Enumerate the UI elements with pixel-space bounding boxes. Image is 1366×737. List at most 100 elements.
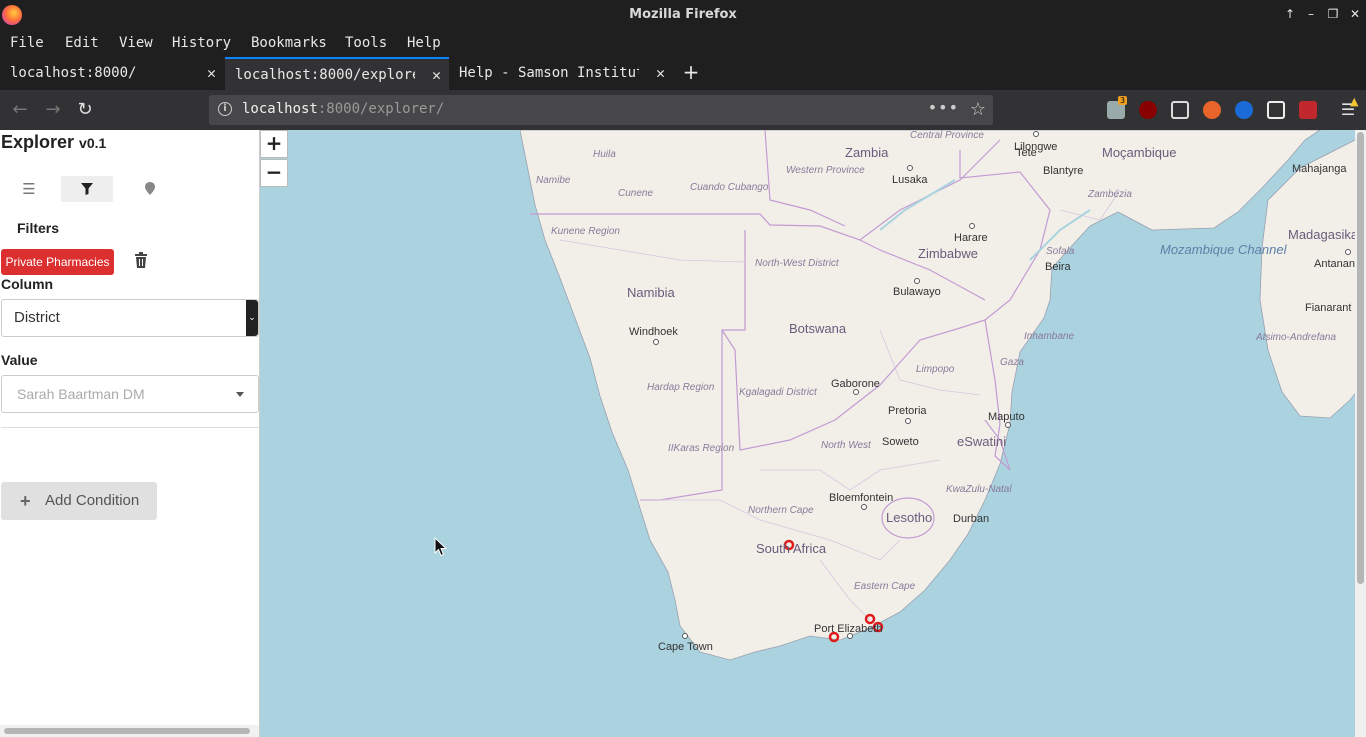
map-label-region: North West xyxy=(821,440,872,451)
fox-extension-icon[interactable] xyxy=(1203,101,1221,119)
tab-layers-list-icon[interactable]: ☰ xyxy=(3,176,55,202)
tab-explorer[interactable]: localhost:8000/explorer/ ✕ xyxy=(225,57,449,90)
menu-help[interactable]: Help xyxy=(407,35,441,51)
map-label-region: IIKaras Region xyxy=(668,443,735,454)
map-label-city: Cape Town xyxy=(658,641,713,653)
address-bar[interactable]: i localhost:8000/explorer/ ••• ☆ xyxy=(209,95,993,125)
page-vertical-scrollbar[interactable] xyxy=(1355,130,1366,737)
map-label-region: Northern Cape xyxy=(748,505,814,516)
menu-file[interactable]: File xyxy=(10,35,44,51)
tab-filter-icon[interactable] xyxy=(61,176,113,202)
s-extension-icon[interactable] xyxy=(1235,101,1253,119)
tab-label: Help - Samson Institute xyxy=(459,65,639,81)
menu-edit[interactable]: Edit xyxy=(65,35,99,51)
map-label-region: Kgalagadi District xyxy=(739,387,818,398)
tab-label: localhost:8000/ xyxy=(10,65,137,81)
menu-tools[interactable]: Tools xyxy=(345,35,387,51)
map-label-region: Atsimo-Andrefana xyxy=(1255,332,1336,343)
bookmark-star-icon[interactable]: ☆ xyxy=(970,99,986,120)
map-label-region: Namibe xyxy=(536,175,571,186)
warning-icon: ▲ xyxy=(1350,95,1359,108)
map-label-country: Botswana xyxy=(789,321,847,336)
page-actions-icon[interactable]: ••• xyxy=(928,98,959,117)
map-label-water: Mozambique Channel xyxy=(1160,242,1288,257)
map-label-region: Hardap Region xyxy=(647,382,715,393)
map-label-region: Zambézia xyxy=(1087,189,1132,200)
tab-localhost[interactable]: localhost:8000/ ✕ xyxy=(0,57,224,90)
map-label-region: North-West District xyxy=(755,258,840,269)
map-label-country: Lesotho xyxy=(886,510,932,525)
value-select-placeholder: Sarah Baartman DM xyxy=(17,386,145,402)
app-version: v0.1 xyxy=(79,135,107,151)
address-text[interactable]: localhost:8000/explorer/ xyxy=(242,101,444,117)
map-label-region: Central Province xyxy=(910,130,984,141)
menu-history[interactable]: History xyxy=(172,35,231,51)
scrollbar-thumb[interactable] xyxy=(4,728,250,734)
map-label-city: Mahajanga xyxy=(1292,163,1347,175)
map-label-country: Zimbabwe xyxy=(918,246,978,261)
reader-extension-icon[interactable] xyxy=(1267,101,1285,119)
map-label-city: Antanan xyxy=(1314,258,1355,270)
scrollbar-thumb[interactable] xyxy=(1357,132,1364,584)
youtube-extension-icon[interactable] xyxy=(1299,101,1317,119)
map-label-region: Inhambane xyxy=(1024,331,1074,342)
window-titlebar: Mozilla Firefox ↑ – ❐ ✕ xyxy=(0,0,1366,30)
filter-icon xyxy=(81,183,93,195)
sidebar-horizontal-scrollbar[interactable] xyxy=(0,725,259,737)
plus-icon: + xyxy=(20,491,31,511)
map-label-city: Maputo xyxy=(988,411,1025,423)
map-label-city: Harare xyxy=(954,232,988,244)
map-label-city: Port Elizabeth xyxy=(814,623,882,635)
forward-arrow-icon[interactable]: → xyxy=(42,99,64,121)
tab-help-samson[interactable]: Help - Samson Institute ✕ xyxy=(449,57,673,90)
map-label-region: Huila xyxy=(593,149,616,160)
map-label-city: Gaborone xyxy=(831,378,880,390)
value-select[interactable]: Sarah Baartman DM xyxy=(1,375,259,413)
map-label-city: Fianarant xyxy=(1305,302,1351,314)
zoom-out-button[interactable]: − xyxy=(260,159,288,187)
map-label-city: Bulawayo xyxy=(893,286,941,298)
map-label-city: Durban xyxy=(953,513,989,525)
map-label-country: South Africa xyxy=(756,541,827,556)
menu-view[interactable]: View xyxy=(119,35,153,51)
maximize-button[interactable]: ❐ xyxy=(1326,7,1340,21)
map-canvas[interactable]: Zambia Moçambique Namibia Botswana Zimba… xyxy=(260,130,1366,737)
layer-private-pharmacies-button[interactable]: Private Pharmacies xyxy=(1,249,114,275)
chevron-down-icon[interactable]: ⌄ xyxy=(246,300,258,336)
map-label-region: Limpopo xyxy=(916,364,955,375)
column-select[interactable]: District ⌄ xyxy=(1,299,259,337)
sidebar-divider xyxy=(1,427,259,428)
add-condition-label: Add Condition xyxy=(45,492,140,509)
tab-location-pin-icon[interactable] xyxy=(124,176,176,202)
minimize-button[interactable]: – xyxy=(1304,7,1318,21)
map-label-region: Sofala xyxy=(1046,246,1075,257)
close-tab-icon[interactable]: ✕ xyxy=(207,64,216,82)
basemap-svg: Zambia Moçambique Namibia Botswana Zimba… xyxy=(260,130,1366,737)
back-arrow-icon[interactable]: ← xyxy=(9,99,31,121)
ublock-icon[interactable] xyxy=(1139,101,1157,119)
add-condition-button[interactable]: + Add Condition xyxy=(1,482,157,520)
close-window-button[interactable]: ✕ xyxy=(1348,7,1362,21)
navigation-toolbar: ← → ↻ i localhost:8000/explorer/ ••• ☆ 3… xyxy=(0,90,1366,130)
map-label-region: KwaZulu-Natal xyxy=(946,484,1012,495)
map-label-region: Cuando Cubango xyxy=(690,182,769,193)
new-tab-button[interactable]: + xyxy=(680,61,702,83)
sidebar-toggle-icon[interactable] xyxy=(1171,101,1189,119)
explorer-sidebar: Explorer v0.1 ☰ Filters Private Pharmaci… xyxy=(0,130,260,737)
close-tab-icon[interactable]: ✕ xyxy=(432,66,441,84)
pin-window-icon[interactable]: ↑ xyxy=(1283,7,1297,21)
map-label-region: Kunene Region xyxy=(551,226,620,237)
mouse-cursor-icon xyxy=(434,537,448,557)
zoom-in-button[interactable]: + xyxy=(260,130,288,158)
value-label: Value xyxy=(1,352,38,368)
menu-bar: File Edit View History Bookmarks Tools H… xyxy=(0,30,1366,57)
window-title: Mozilla Firefox xyxy=(629,7,737,22)
close-tab-icon[interactable]: ✕ xyxy=(656,64,665,82)
caret-down-icon xyxy=(236,392,244,397)
reload-icon[interactable]: ↻ xyxy=(74,99,96,121)
map-label-region: Western Province xyxy=(786,165,865,176)
trash-icon[interactable] xyxy=(134,252,148,268)
menu-bookmarks[interactable]: Bookmarks xyxy=(251,35,327,51)
site-info-icon[interactable]: i xyxy=(218,102,232,116)
column-label: Column xyxy=(1,276,54,292)
